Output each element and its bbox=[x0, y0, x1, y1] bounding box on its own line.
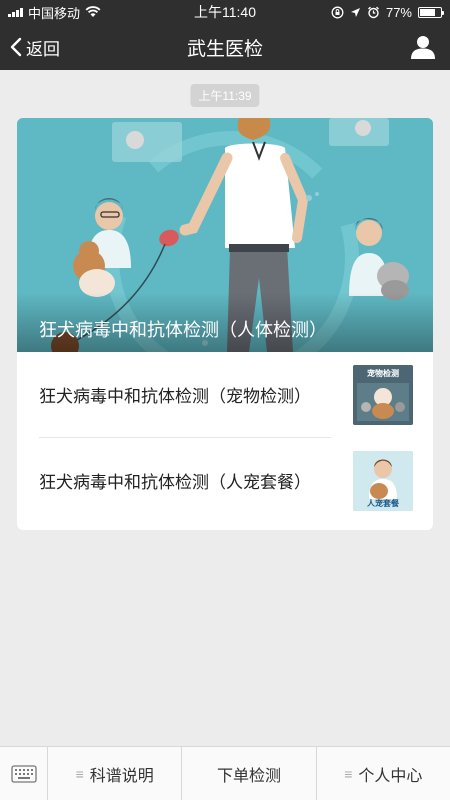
tab-personal-center[interactable]: ≡ 个人中心 bbox=[317, 747, 450, 800]
article-hero[interactable]: 狂犬病毒中和抗体检测（人体检测） bbox=[17, 118, 433, 352]
person-icon[interactable] bbox=[410, 34, 436, 60]
carrier-name: 中国移动 bbox=[28, 5, 81, 21]
alarm-icon bbox=[368, 6, 379, 18]
page-title: 武生医检 bbox=[186, 38, 263, 60]
signal-icon bbox=[8, 7, 23, 17]
article-item-label: 狂犬病毒中和抗体检测（人宠套餐） bbox=[39, 473, 311, 492]
nav-bar: 返回 武生医检 bbox=[0, 24, 450, 70]
status-bar: 中国移动 上午11:40 77% bbox=[0, 0, 450, 24]
location-icon bbox=[350, 7, 360, 17]
back-label: 返回 bbox=[26, 39, 60, 59]
article-item-label: 狂犬病毒中和抗体检测（宠物检测） bbox=[39, 387, 311, 406]
submenu-icon: ≡ bbox=[344, 765, 353, 782]
article-item-thumbnail: 宠物检测 bbox=[353, 364, 413, 425]
chevron-left-icon bbox=[10, 37, 22, 57]
keyboard-icon bbox=[10, 764, 37, 783]
back-button[interactable]: 返回 bbox=[0, 35, 60, 60]
article-item-pet[interactable]: 狂犬病毒中和抗体检测（宠物检测） 宠物检测 bbox=[17, 352, 433, 437]
submenu-icon: ≡ bbox=[75, 765, 84, 782]
article-card: 狂犬病毒中和抗体检测（人体检测） 狂犬病毒中和抗体检测（宠物检测） 宠物检测 狂… bbox=[17, 118, 433, 530]
wifi-icon bbox=[85, 6, 101, 17]
battery-icon bbox=[418, 6, 444, 18]
battery-percent: 77% bbox=[385, 4, 412, 20]
tab-order-test[interactable]: 下单检测 bbox=[182, 747, 317, 800]
keyboard-toggle-button[interactable] bbox=[0, 747, 48, 800]
orientation-lock-icon bbox=[331, 6, 344, 18]
tab-label: 下单检测 bbox=[216, 767, 281, 785]
message-timestamp: 上午11:39 bbox=[190, 84, 260, 107]
tab-label: 个人中心 bbox=[358, 767, 423, 785]
tab-label: 科谱说明 bbox=[89, 767, 154, 785]
tab-science-explanation[interactable]: ≡ 科谱说明 bbox=[48, 747, 183, 800]
bottom-menu-bar: ≡ 科谱说明 下单检测 ≡ 个人中心 bbox=[0, 746, 450, 800]
thumbnail-caption: 人宠套餐 bbox=[367, 498, 399, 508]
thumbnail-caption: 宠物检测 bbox=[367, 368, 399, 378]
article-item-thumbnail: 人宠套餐 bbox=[353, 450, 413, 511]
article-main-title: 狂犬病毒中和抗体检测（人体检测） bbox=[39, 320, 327, 340]
article-item-combo[interactable]: 狂犬病毒中和抗体检测（人宠套餐） 人宠套餐 bbox=[17, 438, 433, 523]
